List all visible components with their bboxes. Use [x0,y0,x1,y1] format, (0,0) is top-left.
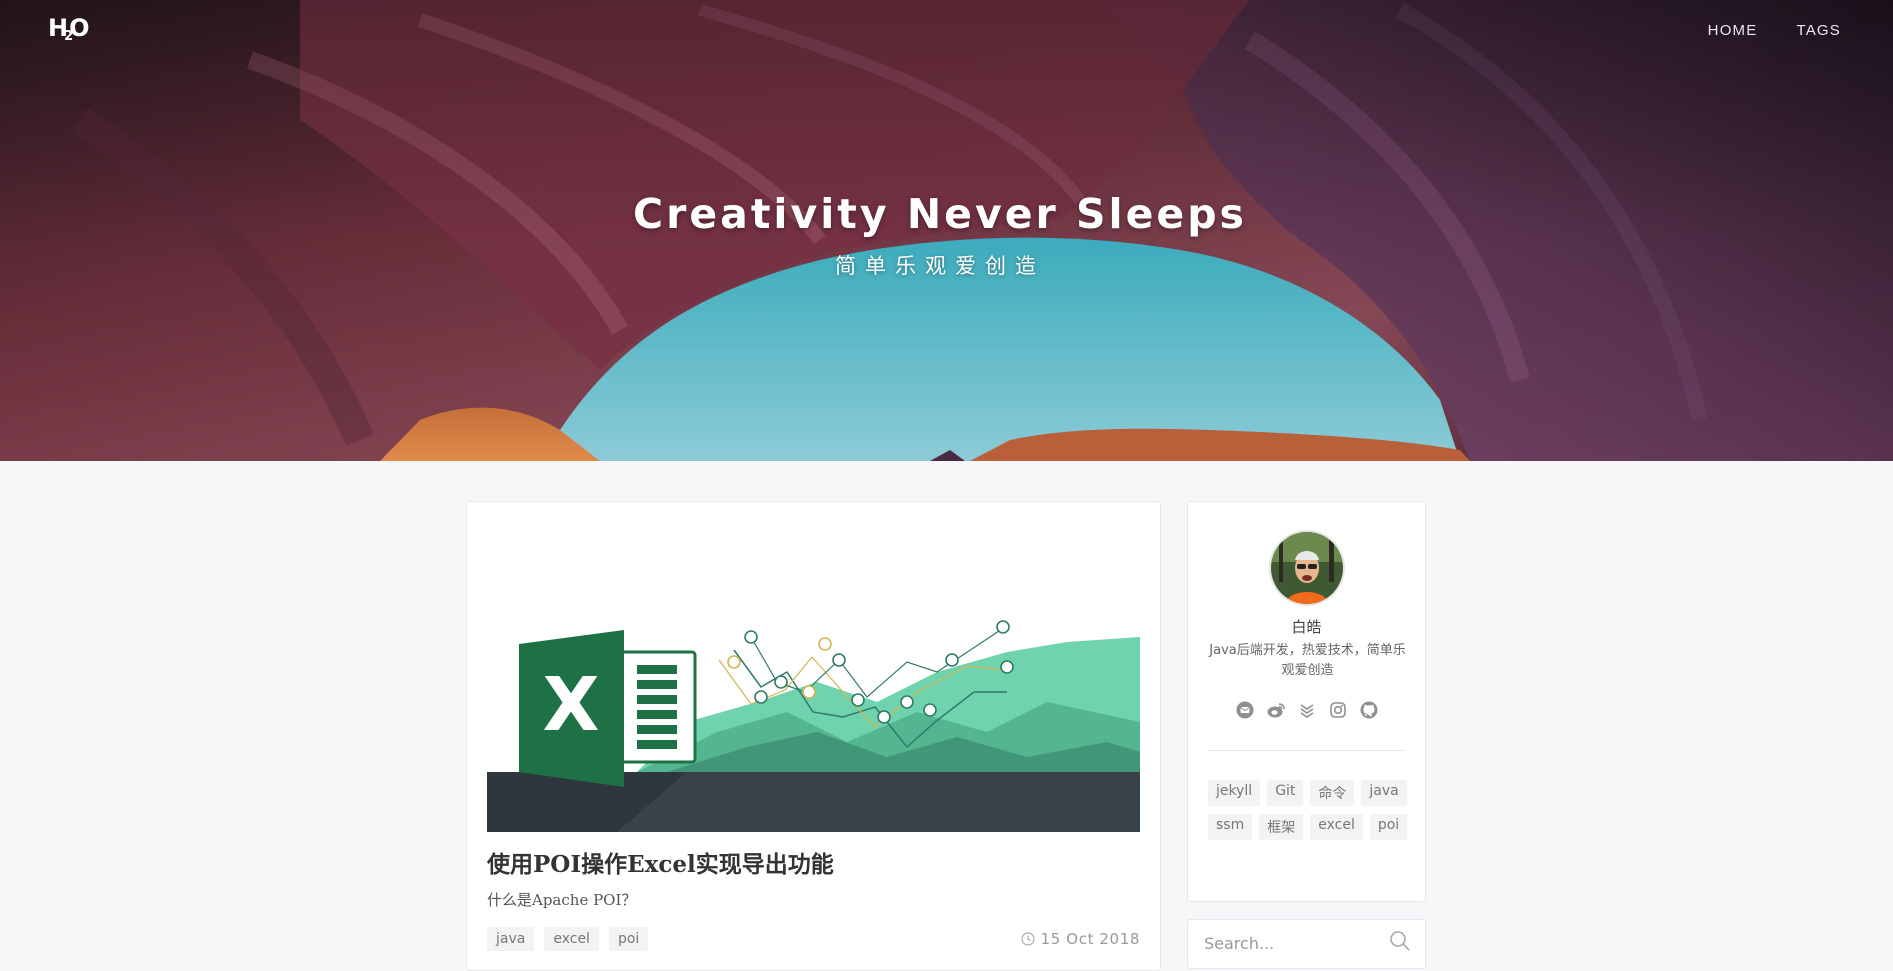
profile-card: 白皓 Java后端开发，热爱技术，简单乐观爱创造 jekyll Git 命令 j… [1187,501,1426,902]
search-card [1187,919,1426,969]
site-title: Creativity Never Sleeps [633,190,1247,238]
sidebar-tags: jekyll Git 命令 java ssm 框架 excel poi [1208,780,1408,840]
clock-icon [1021,932,1035,946]
post-card: X 使用POI操作Excel实现导出功能 什么是Apache POI？ java… [466,501,1161,971]
post-tags: java excel poi [487,927,649,951]
social-links [1188,700,1425,720]
author-name: 白皓 [1291,618,1322,636]
avatar [1271,532,1343,604]
sidebar-tag-git[interactable]: Git [1267,780,1304,806]
post-cover-image[interactable]: X [487,532,1140,832]
sidebar-tag-jekyll[interactable]: jekyll [1208,780,1261,806]
sidebar-tag-framework[interactable]: 框架 [1259,814,1304,840]
github-icon[interactable] [1359,700,1379,720]
post-date-text: 15 Oct 2018 [1040,930,1140,948]
top-nav: HOME TAGS [1708,22,1841,39]
instagram-icon[interactable] [1328,700,1348,720]
sidebar-tag-poi[interactable]: poi [1369,814,1408,840]
site-logo[interactable]: H 2 O [48,14,90,44]
email-icon[interactable] [1235,700,1255,720]
post-title[interactable]: 使用POI操作Excel实现导出功能 [487,845,834,879]
post-tag-java[interactable]: java [487,927,535,951]
sidebar-tag-java[interactable]: java [1361,780,1407,806]
hero-banner: H 2 O HOME TAGS Creativity Never Sleeps … [0,0,1893,461]
nav-tags[interactable]: TAGS [1796,22,1841,39]
author-bio: Java后端开发，热爱技术，简单乐观爱创造 [1209,643,1406,678]
sidebar-tag-command[interactable]: 命令 [1310,780,1355,806]
zhihu-icon[interactable] [1297,700,1317,720]
sidebar-tag-ssm[interactable]: ssm [1208,814,1253,840]
post-tag-excel[interactable]: excel [544,927,599,951]
search-input[interactable] [1204,930,1384,956]
post-excerpt: 什么是Apache POI？ [487,891,637,909]
post-date: 15 Oct 2018 [1021,930,1140,948]
excel-chart-illustration: X [487,532,1140,832]
logo-o: O [69,14,89,42]
sidebar-divider [1208,750,1405,751]
sidebar-tag-excel[interactable]: excel [1310,814,1363,840]
excel-x-letter: X [542,662,599,748]
nav-home[interactable]: HOME [1708,22,1758,39]
site-subtitle: 简单乐观爱创造 [835,255,1045,278]
weibo-icon[interactable] [1266,700,1286,720]
post-tag-poi[interactable]: poi [608,927,649,951]
